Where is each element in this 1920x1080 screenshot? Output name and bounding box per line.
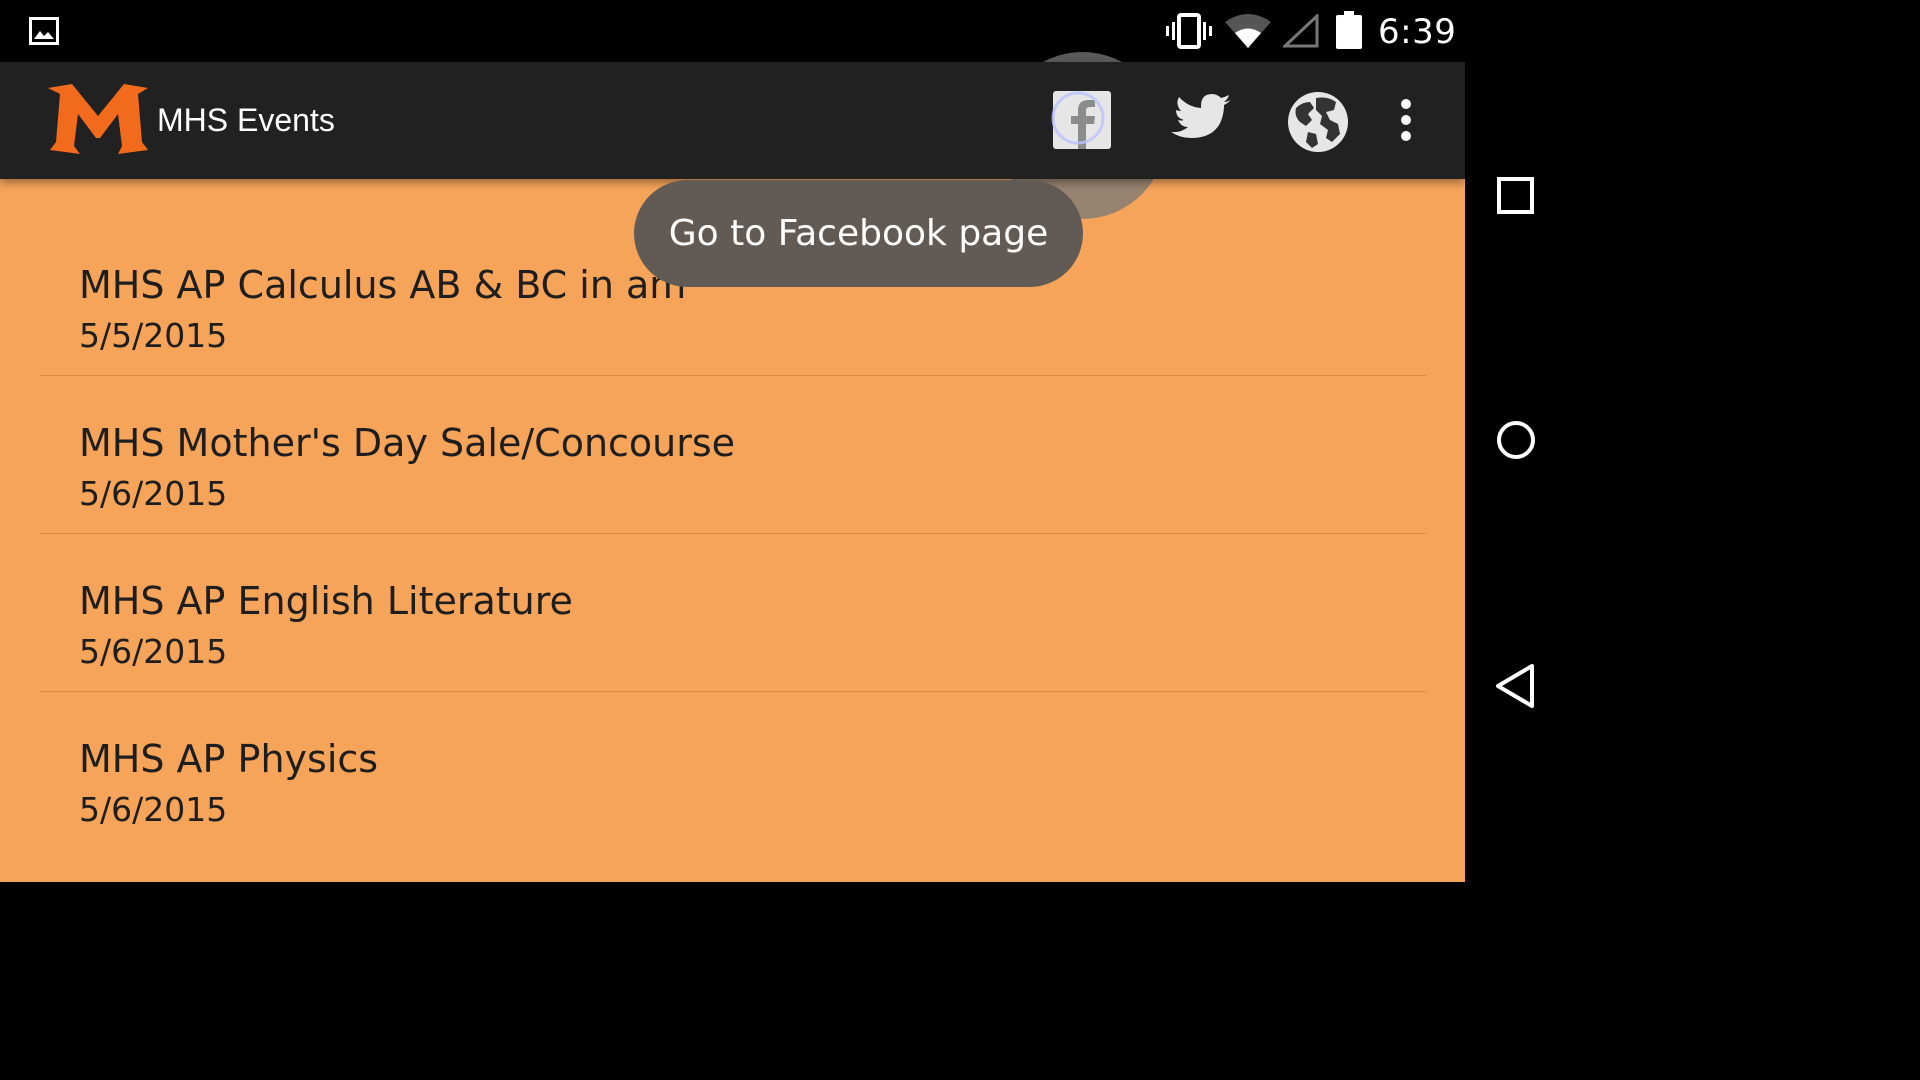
- app-logo-icon: [48, 84, 148, 154]
- toast-text: Go to Facebook page: [668, 213, 1049, 254]
- action-bar: MHS Events: [0, 62, 1465, 179]
- toast-tooltip: Go to Facebook page: [634, 180, 1083, 287]
- list-item[interactable]: MHS AP English Literature 5/6/2015: [39, 534, 1426, 692]
- status-bar: 6:39: [0, 0, 1465, 62]
- event-title: MHS AP English Literature: [79, 579, 573, 623]
- list-item[interactable]: MHS AP Physics 5/6/2015: [39, 692, 1426, 850]
- event-title: MHS Mother's Day Sale/Concourse: [79, 421, 736, 465]
- facebook-button[interactable]: [1050, 90, 1114, 152]
- recents-button[interactable]: [1496, 176, 1536, 216]
- website-button[interactable]: [1286, 90, 1350, 154]
- event-date: 5/5/2015: [79, 316, 228, 355]
- list-item[interactable]: MHS Mother's Day Sale/Concourse 5/6/2015: [39, 376, 1426, 534]
- twitter-button[interactable]: [1170, 94, 1232, 146]
- wifi-icon: [1225, 14, 1271, 48]
- twitter-icon: [1171, 94, 1231, 138]
- event-date: 5/6/2015: [79, 474, 228, 513]
- recents-icon: [1497, 177, 1534, 214]
- event-date: 5/6/2015: [79, 790, 228, 829]
- event-title: MHS AP Calculus AB & BC in am: [79, 263, 687, 307]
- globe-icon: [1288, 92, 1348, 152]
- facebook-icon: [1051, 91, 1111, 149]
- event-date: 5/6/2015: [79, 632, 228, 671]
- home-icon: [1497, 421, 1535, 459]
- event-title: MHS AP Physics: [79, 737, 379, 781]
- vibrate-icon: [1166, 13, 1212, 49]
- overflow-menu-icon: [1401, 99, 1411, 141]
- battery-icon: [1336, 11, 1362, 49]
- image-notification-icon: [29, 17, 59, 45]
- back-button[interactable]: [1494, 662, 1536, 710]
- navigation-bar: [1465, 0, 1568, 882]
- back-icon: [1496, 664, 1534, 708]
- home-button[interactable]: [1496, 419, 1536, 461]
- status-time: 6:39: [1378, 12, 1457, 52]
- signal-icon: [1283, 14, 1319, 48]
- app-title: MHS Events: [157, 102, 335, 138]
- overflow-menu-button[interactable]: [1394, 98, 1418, 144]
